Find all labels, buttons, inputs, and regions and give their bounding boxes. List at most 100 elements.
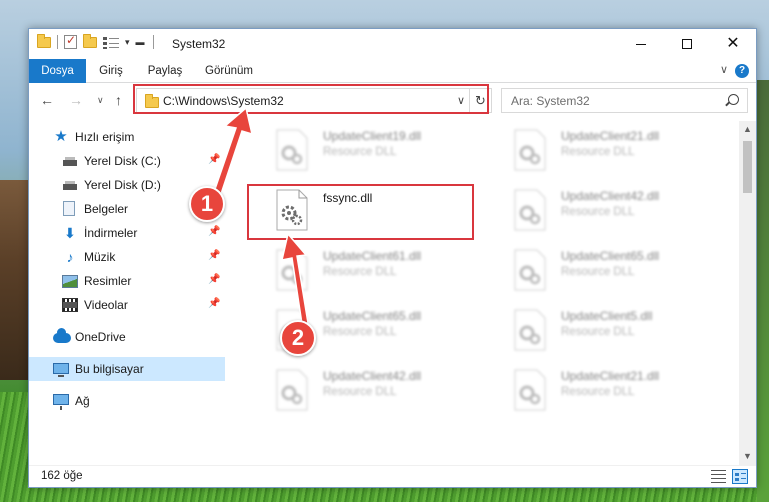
sidebar-item-label: OneDrive — [75, 330, 126, 344]
back-arrow-icon[interactable]: ← — [40, 92, 54, 108]
navigation-bar: ← → ∨ ↑ C:\Windows\System32 ∨ ↻ Ara: Sys… — [29, 83, 756, 119]
minimize-button[interactable] — [618, 29, 664, 59]
help-icon[interactable]: ? — [735, 64, 749, 78]
sidebar-item-label: Yerel Disk (D:) — [84, 178, 161, 192]
customize-toolbar-icon[interactable]: ▬ — [136, 37, 145, 47]
document-icon — [63, 201, 75, 216]
star-icon: ★ — [54, 128, 68, 145]
sidebar-item-onedrive[interactable]: OneDrive — [29, 325, 225, 349]
file-type: Resource DLL — [323, 266, 397, 278]
properties-check-icon[interactable] — [64, 33, 77, 49]
disk-icon — [62, 177, 78, 193]
details-view-icon[interactable] — [711, 470, 726, 483]
sidebar-item-pictures[interactable]: Resimler 📌 — [29, 269, 225, 293]
file-item[interactable]: UpdateClient42.dll Resource DLL — [489, 185, 709, 243]
file-type: Resource DLL — [561, 266, 635, 278]
dll-file-icon — [276, 189, 308, 231]
sidebar-item-quick-access[interactable]: ★ Hızlı erişim — [29, 125, 225, 149]
title-divider — [152, 35, 154, 49]
sidebar-item-label: Bu bilgisayar — [75, 362, 144, 376]
file-item[interactable]: UpdateClient21.dll Resource DLL — [489, 365, 709, 423]
recent-locations-icon[interactable]: ∨ — [97, 95, 104, 106]
up-arrow-icon[interactable]: ↑ — [115, 92, 122, 108]
cloud-icon — [53, 328, 71, 343]
sidebar-item-videos[interactable]: Videolar 📌 — [29, 293, 225, 317]
sidebar-item-label: Yerel Disk (C:) — [84, 154, 161, 168]
new-folder-icon[interactable] — [83, 33, 97, 48]
expand-ribbon-icon[interactable]: ∨ — [720, 63, 728, 76]
file-item[interactable]: UpdateClient65.dll Resource DLL — [489, 245, 709, 303]
pin-icon[interactable]: 📌 — [208, 226, 220, 237]
address-history-icon[interactable]: ∨ — [457, 94, 465, 107]
search-input[interactable]: Ara: System32 — [511, 94, 590, 108]
sidebar-item-network[interactable]: Ağ — [29, 389, 225, 413]
file-item[interactable]: UpdateClient61.dll Resource DLL — [251, 245, 471, 303]
address-bar[interactable]: C:\Windows\System32 ∨ ↻ — [136, 88, 492, 113]
search-box[interactable]: Ara: System32 — [501, 88, 748, 113]
tab-view[interactable]: Görünüm — [201, 59, 257, 83]
forward-arrow-icon[interactable]: → — [69, 92, 83, 108]
sidebar-item-music[interactable]: ♪ Müzik 📌 — [29, 245, 225, 269]
sidebar-item-label: Müzik — [84, 250, 116, 264]
dll-file-icon — [514, 369, 546, 411]
maximize-icon — [682, 39, 692, 49]
scrollbar-thumb[interactable] — [743, 141, 752, 193]
status-bar: 162 öğe — [29, 465, 756, 487]
sidebar-item-label: Resimler — [84, 274, 132, 288]
sidebar-item-disk-c[interactable]: Yerel Disk (C:) 📌 — [29, 149, 225, 173]
dll-file-icon — [514, 309, 546, 351]
minimize-icon — [636, 43, 646, 45]
search-icon[interactable] — [728, 94, 739, 105]
file-item[interactable]: UpdateClient5.dll Resource DLL — [489, 305, 709, 363]
pictures-icon — [62, 275, 78, 288]
file-list: UpdateClient19.dll Resource DLL UpdateCl… — [225, 121, 739, 465]
pin-icon[interactable]: 📌 — [208, 274, 220, 285]
ribbon-tabs: Dosya Giriş Paylaş Görünüm ∨ ? — [29, 59, 756, 83]
pin-icon[interactable]: 📌 — [208, 298, 220, 309]
sidebar-item-label: Ağ — [75, 394, 90, 408]
file-name: UpdateClient21.dll — [561, 369, 660, 383]
tab-file[interactable]: Dosya — [29, 59, 86, 83]
file-item[interactable]: UpdateClient21.dll Resource DLL — [489, 125, 709, 183]
close-button[interactable]: ✕ — [710, 29, 756, 59]
file-item[interactable]: UpdateClient42.dll Resource DLL — [251, 365, 471, 423]
dll-file-icon — [514, 129, 546, 171]
refresh-icon[interactable]: ↻ — [469, 89, 491, 112]
file-name: UpdateClient42.dll — [323, 369, 422, 383]
sidebar-item-this-pc[interactable]: Bu bilgisayar — [29, 357, 225, 381]
dll-file-icon — [276, 369, 308, 411]
computer-icon — [53, 363, 69, 377]
disk-icon — [62, 153, 78, 169]
address-path[interactable]: C:\Windows\System32 — [163, 94, 284, 108]
folder-icon — [37, 33, 51, 48]
properties-list-icon[interactable] — [103, 35, 119, 49]
file-name: UpdateClient65.dll — [561, 249, 660, 263]
file-item-fssync[interactable]: fssync.dll — [251, 185, 471, 243]
dll-file-icon — [276, 249, 308, 291]
pin-icon[interactable]: 📌 — [208, 154, 220, 165]
file-type: Resource DLL — [561, 146, 635, 158]
window-title: System32 — [172, 37, 226, 51]
vertical-scrollbar[interactable]: ▲ ▼ — [739, 121, 756, 465]
file-type: Resource DLL — [561, 206, 635, 218]
tab-share[interactable]: Paylaş — [145, 59, 185, 83]
step-1-badge: 1 — [189, 186, 225, 222]
chevron-down-icon[interactable]: ▾ — [125, 37, 130, 48]
close-icon: ✕ — [726, 35, 740, 52]
scroll-up-icon[interactable]: ▲ — [739, 121, 756, 138]
sidebar-item-label: Belgeler — [84, 202, 129, 216]
file-item[interactable]: UpdateClient19.dll Resource DLL — [251, 125, 471, 183]
video-icon — [62, 298, 78, 312]
file-name: UpdateClient65.dll — [323, 309, 422, 323]
explorer-window: ▾ ▬ System32 ✕ Dosya Giriş Paylaş Görünü… — [28, 28, 757, 488]
tab-home[interactable]: Giriş — [93, 59, 129, 83]
scroll-down-icon[interactable]: ▼ — [739, 448, 756, 465]
item-count: 162 öğe — [41, 470, 83, 482]
file-name: fssync.dll — [323, 191, 373, 205]
pin-icon[interactable]: 📌 — [208, 250, 220, 261]
large-icons-view-icon[interactable] — [732, 469, 748, 484]
sidebar-item-downloads[interactable]: ⬇ İndirmeler 📌 — [29, 221, 225, 245]
file-name: UpdateClient42.dll — [561, 189, 660, 203]
file-name: UpdateClient5.dll — [561, 309, 653, 323]
maximize-button[interactable] — [664, 29, 710, 59]
